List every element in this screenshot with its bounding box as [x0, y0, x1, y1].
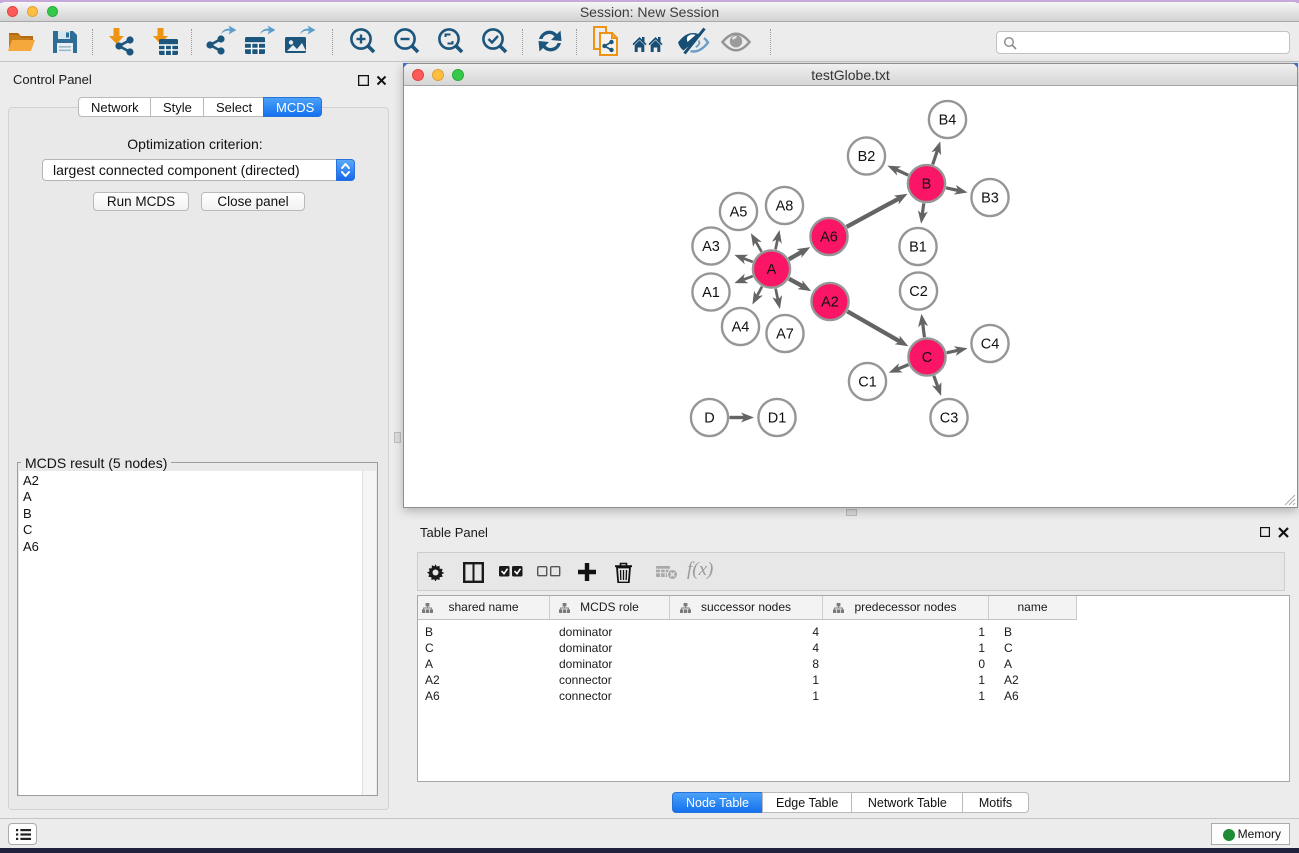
svg-text:C2: C2 [909, 284, 928, 300]
svg-text:C1: C1 [858, 375, 877, 391]
svg-text:A4: A4 [732, 320, 750, 336]
svg-text:B: B [922, 177, 932, 193]
svg-text:B2: B2 [858, 149, 876, 165]
svg-text:D: D [704, 411, 714, 427]
svg-text:C4: C4 [981, 337, 1000, 353]
svg-text:B1: B1 [909, 240, 927, 256]
svg-text:A7: A7 [776, 327, 794, 343]
svg-text:C3: C3 [940, 411, 959, 427]
svg-text:A8: A8 [776, 199, 794, 215]
svg-text:A: A [767, 262, 777, 278]
svg-text:A5: A5 [730, 205, 748, 221]
svg-text:A2: A2 [821, 295, 839, 311]
svg-text:C: C [922, 350, 932, 366]
svg-text:B4: B4 [939, 113, 957, 129]
svg-text:D1: D1 [768, 411, 787, 427]
svg-text:A1: A1 [702, 285, 720, 301]
svg-text:B3: B3 [981, 191, 999, 207]
svg-text:A3: A3 [702, 239, 720, 255]
svg-text:A6: A6 [820, 230, 838, 246]
